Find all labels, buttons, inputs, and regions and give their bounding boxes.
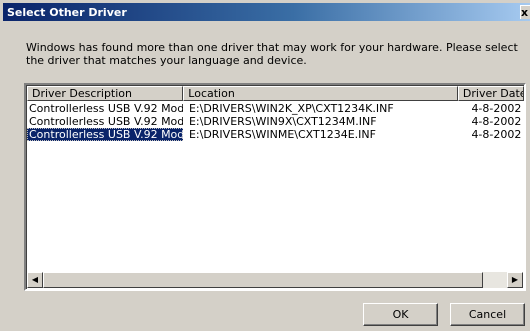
scroll-left-icon[interactable]: ◀ [27, 272, 43, 288]
cancel-button[interactable]: Cancel [450, 303, 525, 326]
column-header-row: Driver Description Location Driver Date [27, 86, 524, 101]
location-cell: E:\DRIVERS\WINME\CXT1234E.INF [188, 128, 376, 141]
driver-description-cell: Controllerless USB V.92 Modem [29, 102, 183, 115]
driver-description-cell: Controllerless USB V.92 Modem [29, 115, 183, 128]
ok-button[interactable]: OK [363, 303, 438, 326]
driver-date-cell: 4-8-2002 [471, 128, 522, 141]
driver-date-cell: 4-8-2002 [471, 102, 522, 115]
table-row[interactable]: Controllerless USB V.92 Modem E:\DRIVERS… [27, 102, 524, 115]
location-cell: E:\DRIVERS\WIN9X\CXT1234M.INF [188, 115, 377, 128]
driver-description-cell: Controllerless USB V.92 Modem [27, 128, 183, 141]
instruction-text: Windows has found more than one driver t… [26, 41, 518, 67]
column-header-location[interactable]: Location [183, 86, 458, 101]
table-row[interactable]: Controllerless USB V.92 Modem E:\DRIVERS… [27, 115, 524, 128]
scrollbar-thumb[interactable] [43, 272, 483, 288]
scroll-right-icon[interactable]: ▶ [507, 272, 523, 288]
driver-rows: Controllerless USB V.92 Modem E:\DRIVERS… [27, 102, 524, 141]
horizontal-scrollbar[interactable]: ◀ ▶ [27, 272, 523, 288]
title-bar[interactable]: Select Other Driver x [3, 3, 530, 21]
column-header-driver-date[interactable]: Driver Date [457, 86, 524, 101]
table-row-selected[interactable]: Controllerless USB V.92 Modem E:\DRIVERS… [27, 128, 524, 141]
column-header-driver-description[interactable]: Driver Description [27, 86, 184, 101]
driver-list[interactable]: Driver Description Location Driver Date … [24, 83, 526, 291]
close-icon[interactable]: x [520, 5, 530, 19]
driver-date-cell: 4-8-2002 [471, 115, 522, 128]
location-cell: E:\DRIVERS\WIN2K_XP\CXT1234K.INF [188, 102, 394, 115]
select-other-driver-dialog: Select Other Driver x Windows has found … [0, 0, 530, 331]
dialog-title: Select Other Driver [7, 5, 127, 19]
